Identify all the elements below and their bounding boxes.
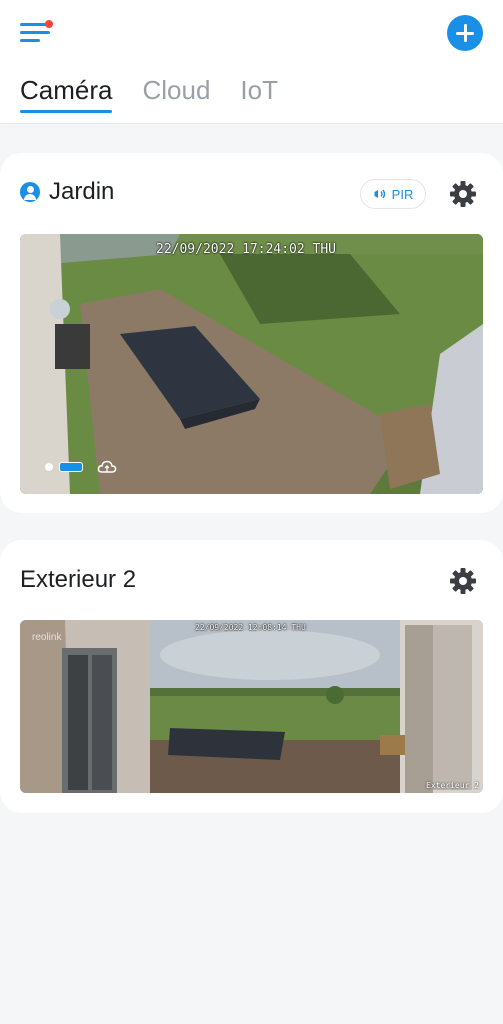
hamburger-menu-icon[interactable] [20, 20, 54, 46]
tab-iot[interactable]: IoT [240, 74, 278, 114]
pir-toggle-button[interactable]: PIR [360, 179, 426, 209]
camera-live-view[interactable]: reolink 22/09/2022 12:08:14 THU Exterieu… [20, 620, 483, 793]
camera-title[interactable]: Exterieur 2 [20, 566, 136, 594]
camera-name: Exterieur 2 [20, 566, 137, 593]
camera-snapshot-image [20, 234, 483, 494]
camera-timestamp-overlay: 22/09/2022 12:08:14 THU [195, 623, 306, 632]
gear-icon[interactable] [448, 179, 478, 209]
battery-icon [59, 462, 83, 472]
pir-label: PIR [391, 186, 414, 202]
camera-live-view[interactable]: 22/09/2022 17:24:02 THU [20, 234, 483, 494]
pir-icon [374, 189, 385, 199]
camera-card-exterieur-2: Exterieur 2 reolink 22/09/2022 12:08:14 … [0, 540, 503, 813]
camera-title[interactable]: Jardin [20, 178, 114, 206]
tab-cloud[interactable]: Cloud [142, 74, 210, 114]
reolink-watermark: reolink [32, 632, 62, 643]
tab-bar: Caméra Cloud IoT [20, 74, 308, 118]
tab-camera[interactable]: Caméra [20, 74, 113, 114]
cloud-icon [97, 460, 117, 473]
camera-timestamp-overlay: 22/09/2022 17:24:02 THU [156, 242, 337, 257]
user-icon [20, 182, 40, 202]
notification-dot [45, 20, 53, 28]
camera-name-overlay: Exterieur 2 [426, 781, 479, 790]
view-indicator [45, 459, 117, 475]
camera-name: Jardin [49, 178, 115, 205]
gear-icon[interactable] [448, 566, 478, 596]
camera-snapshot-image [20, 620, 483, 793]
top-bar: Caméra Cloud IoT [0, 0, 503, 124]
add-device-button[interactable] [447, 15, 483, 51]
camera-card-jardin: Jardin PIR 22/09/2022 17:24:02 THU [0, 153, 503, 513]
